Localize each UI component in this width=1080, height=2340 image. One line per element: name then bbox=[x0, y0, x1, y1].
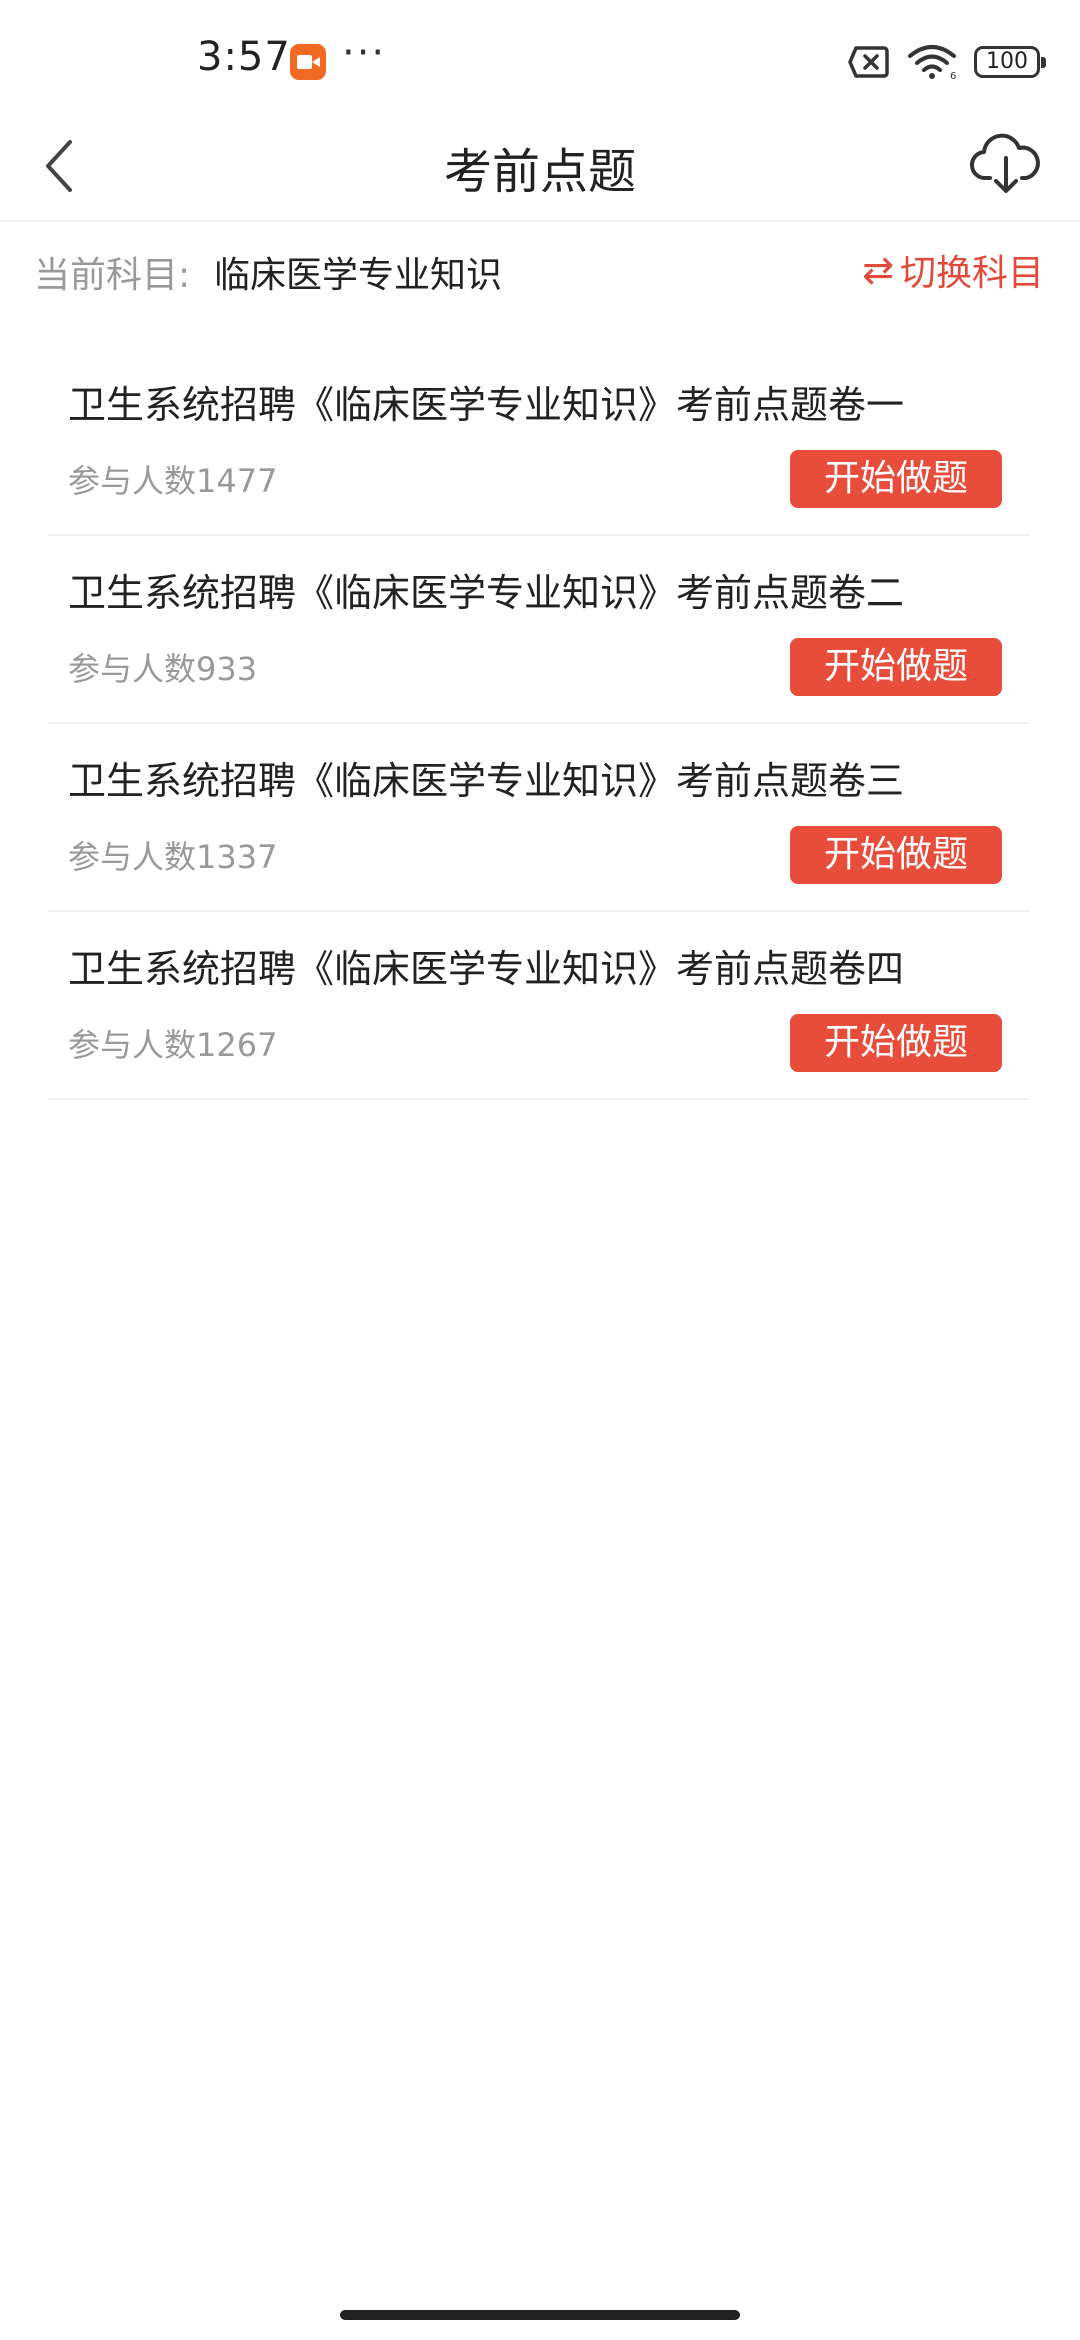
exam-item[interactable]: 卫生系统招聘《临床医学专业知识》考前点题卷一 参与人数1477 开始做题 bbox=[48, 348, 1030, 536]
status-time: 3:57 bbox=[197, 34, 291, 80]
participants-count: 933 bbox=[196, 650, 258, 688]
svg-text:6: 6 bbox=[950, 71, 956, 80]
exam-item[interactable]: 卫生系统招聘《临床医学专业知识》考前点题卷三 参与人数1337 开始做题 bbox=[48, 724, 1030, 912]
cloud-download-icon bbox=[970, 133, 1040, 193]
more-notifications-icon: ··· bbox=[342, 30, 387, 76]
start-exam-button[interactable]: 开始做题 bbox=[790, 1014, 1002, 1072]
exam-participants: 参与人数1267 bbox=[68, 1020, 277, 1066]
exam-title: 卫生系统招聘《临床医学专业知识》考前点题卷四 bbox=[68, 947, 905, 991]
exam-participants: 参与人数1477 bbox=[68, 456, 277, 502]
exam-item[interactable]: 卫生系统招聘《临床医学专业知识》考前点题卷四 参与人数1267 开始做题 bbox=[48, 912, 1030, 1100]
battery-icon: 100 bbox=[974, 46, 1046, 78]
participants-label: 参与人数 bbox=[68, 462, 197, 500]
switch-subject-button[interactable]: ⇄ 切换科目 bbox=[862, 244, 1044, 296]
exam-list: 卫生系统招聘《临床医学专业知识》考前点题卷一 参与人数1477 开始做题 卫生系… bbox=[48, 348, 1030, 1100]
exam-participants: 参与人数933 bbox=[68, 644, 257, 690]
subject-label: 当前科目: bbox=[34, 255, 191, 296]
swap-arrows-icon: ⇄ bbox=[862, 248, 894, 292]
status-icons: 6 100 bbox=[848, 42, 1046, 82]
participants-label: 参与人数 bbox=[68, 838, 197, 876]
exam-item[interactable]: 卫生系统招聘《临床医学专业知识》考前点题卷二 参与人数933 开始做题 bbox=[48, 536, 1030, 724]
header: 考前点题 bbox=[0, 110, 1080, 222]
participants-label: 参与人数 bbox=[68, 650, 197, 688]
start-exam-button[interactable]: 开始做题 bbox=[790, 638, 1002, 696]
download-button[interactable] bbox=[968, 124, 1044, 200]
start-exam-button[interactable]: 开始做题 bbox=[790, 450, 1002, 508]
subject-row: 当前科目: 临床医学专业知识 ⇄ 切换科目 bbox=[0, 222, 1080, 318]
exam-title: 卫生系统招聘《临床医学专业知识》考前点题卷二 bbox=[68, 571, 905, 615]
start-exam-button[interactable]: 开始做题 bbox=[790, 826, 1002, 884]
switch-subject-label: 切换科目 bbox=[899, 253, 1044, 294]
participants-count: 1477 bbox=[196, 462, 278, 500]
subject-name: 临床医学专业知识 bbox=[214, 255, 503, 296]
home-indicator[interactable] bbox=[340, 2310, 740, 2320]
exam-title: 卫生系统招聘《临床医学专业知识》考前点题卷三 bbox=[68, 759, 905, 803]
no-sim-icon bbox=[848, 46, 889, 78]
screen: 3:57 ··· 6 100 考前点题 当前科目: 临床医学专业知识 ⇄ 切换科… bbox=[0, 0, 1080, 2340]
exam-participants: 参与人数1337 bbox=[68, 832, 277, 878]
participants-count: 1267 bbox=[196, 1026, 278, 1064]
exam-title: 卫生系统招聘《临床医学专业知识》考前点题卷一 bbox=[68, 383, 905, 427]
video-recorder-icon bbox=[290, 44, 326, 80]
status-bar: 3:57 ··· 6 100 bbox=[0, 0, 1080, 120]
participants-count: 1337 bbox=[196, 838, 278, 876]
page-title: 考前点题 bbox=[443, 144, 636, 200]
wifi-icon: 6 bbox=[908, 45, 956, 80]
participants-label: 参与人数 bbox=[68, 1026, 197, 1064]
